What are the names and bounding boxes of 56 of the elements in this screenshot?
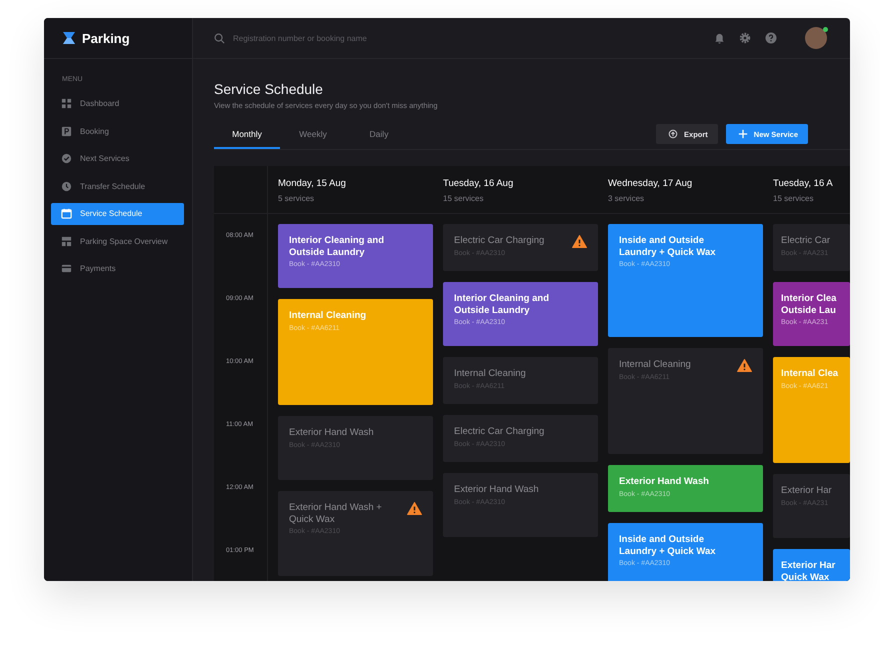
status-dot [823,27,828,32]
help-icon[interactable] [765,32,777,44]
search-icon [214,32,225,44]
service-title: Interior Cleaning and Outside Laundry [289,235,386,258]
menu-item[interactable]: Parking Space Overview [51,230,184,252]
calendar-icon [61,208,72,220]
search-field[interactable]: Registration number or booking name [214,32,434,44]
bell-icon[interactable] [714,32,725,44]
service-title: Interior Clea Outside Lau [781,293,836,316]
layout-icon [61,236,72,247]
service-title: Electric Car Charging [454,426,544,438]
day-date: Wednesday, 17 Aug [608,178,694,189]
service-title: Internal Cleaning [454,368,526,380]
service-count: 5 services [278,194,316,203]
day-date: Tuesday, 16 A [773,178,834,189]
service-title: Inside and Outside Laundry + Quick Wax [619,534,717,557]
service-title: Internal Cleaning [619,359,691,370]
service-card[interactable]: Exterior Har Quick Wax [773,549,850,581]
check-circle-icon [61,153,72,164]
logo-icon [62,31,76,45]
day-date: Monday, 15 Aug [278,178,347,189]
service-title: Electric Car [781,235,830,246]
menu-item[interactable]: Next Services [51,148,184,170]
page-title: Service Schedule [214,81,324,97]
menu-item[interactable]: Transfer Schedule [51,176,184,197]
service-title: Electric Car Charging [454,235,544,246]
tab[interactable]: Monthly [214,118,280,149]
tab[interactable]: Weekly [280,118,346,149]
credit-card-icon [61,263,72,274]
menu-item[interactable]: Booking [51,120,184,142]
avatar[interactable] [805,27,827,49]
parking-sign-icon [61,126,72,137]
plus-icon [738,129,748,139]
grid-icon [61,98,72,110]
day-date: Tuesday, 16 Aug [443,178,514,189]
service-count: 15 services [443,194,484,203]
service-count: 3 services [608,194,646,203]
upload-icon [668,129,678,139]
service-title: Internal Cleaning [289,310,366,322]
service-title: Exterior Hand Wash [454,484,539,496]
menu-item[interactable]: Service Schedule [51,203,184,224]
tab[interactable]: Daily [346,118,412,149]
service-title: Exterior Hand Wash [289,427,374,438]
app-name: Parking [82,30,130,46]
service-title: Exterior Har [781,485,832,496]
clock-icon [61,180,72,192]
service-title: Internal Clea [781,368,838,380]
settings-icon[interactable] [739,32,751,44]
service-title: Exterior Hand Wash [619,476,709,488]
menu-item[interactable]: Dashboard [51,93,184,114]
service-title: Exterior Hand Wash + Quick Wax [289,502,383,525]
menu-item[interactable]: Payments [51,258,184,280]
service-title: Exterior Har Quick Wax [781,560,836,581]
service-count: 15 services [773,194,814,203]
service-title: Interior Cleaning and Outside Laundry [454,293,550,316]
service-title: Inside and Outside Laundry + Quick Wax [619,235,717,258]
